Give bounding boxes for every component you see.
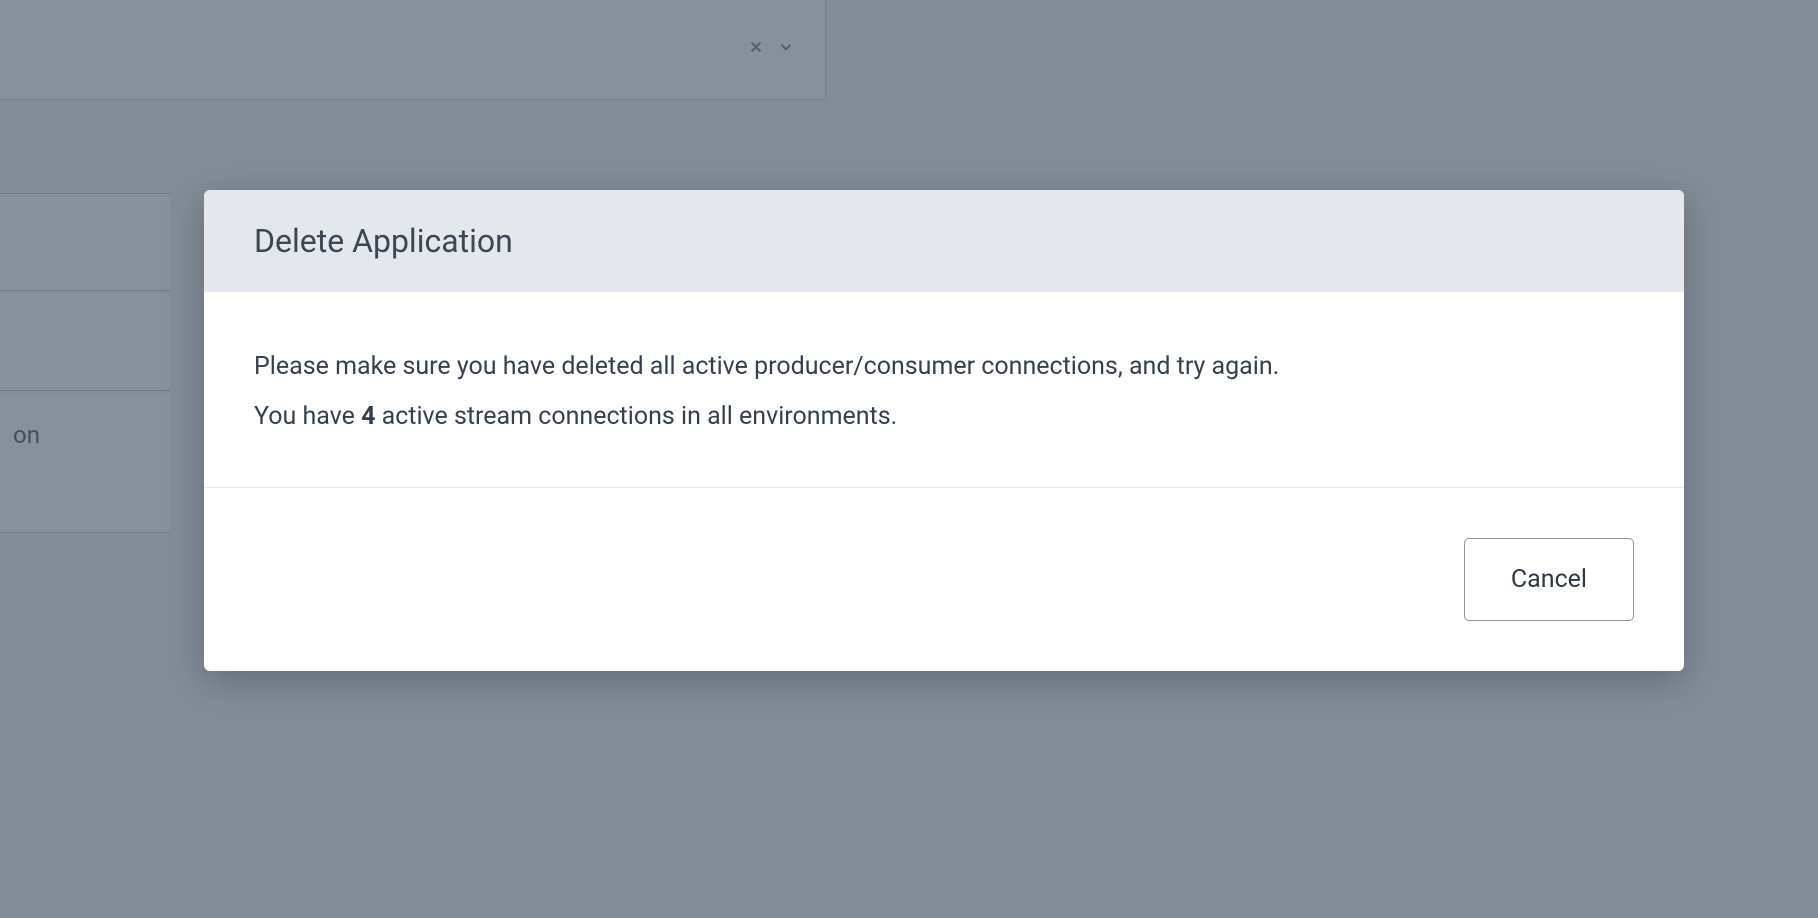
modal-header: Delete Application: [204, 190, 1684, 292]
modal-body: Please make sure you have deleted all ac…: [204, 292, 1684, 488]
modal-title: Delete Application: [254, 222, 1634, 260]
modal-footer: Cancel: [204, 488, 1684, 671]
modal-message-line-2: You have 4 active stream connections in …: [254, 398, 1634, 436]
active-connection-count: 4: [361, 402, 375, 431]
cancel-button[interactable]: Cancel: [1464, 538, 1634, 621]
modal-message-line-1: Please make sure you have deleted all ac…: [254, 348, 1634, 386]
delete-application-modal: Delete Application Please make sure you …: [204, 190, 1684, 671]
modal-overlay[interactable]: Delete Application Please make sure you …: [0, 0, 1818, 918]
